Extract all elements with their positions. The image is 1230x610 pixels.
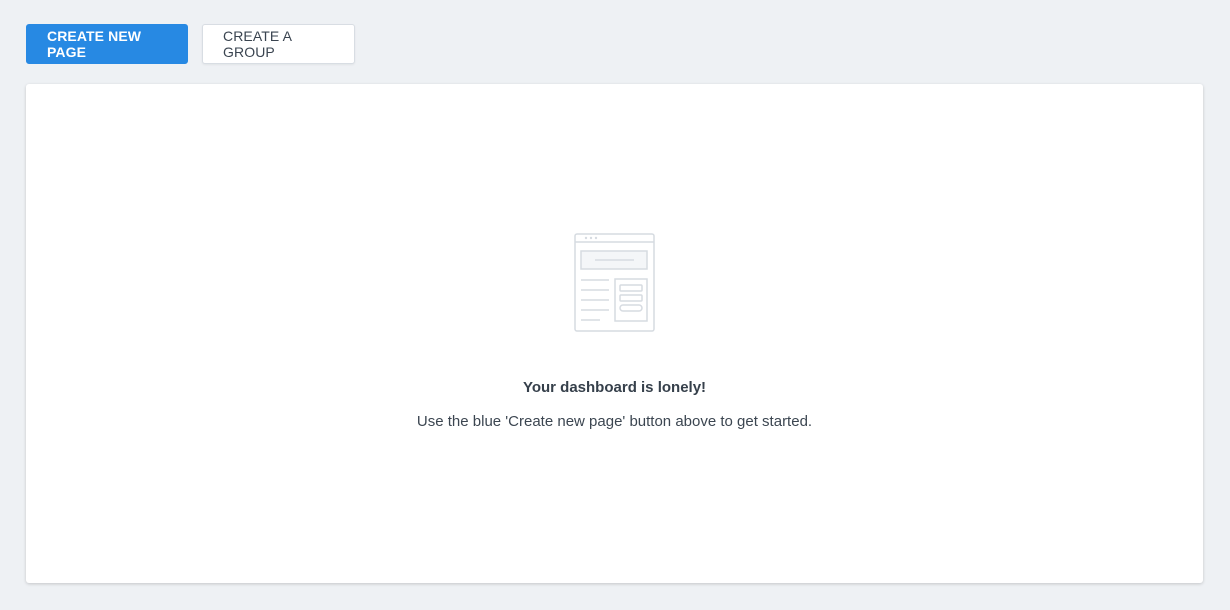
- toolbar: CREATE NEW PAGE CREATE A GROUP: [26, 24, 355, 64]
- page-layout-illustration-icon: [574, 233, 656, 333]
- dashboard-panel: Your dashboard is lonely! Use the blue '…: [26, 84, 1203, 583]
- empty-state-message: Use the blue 'Create new page' button ab…: [416, 413, 813, 430]
- create-new-page-button[interactable]: CREATE NEW PAGE: [26, 24, 188, 64]
- create-group-button[interactable]: CREATE A GROUP: [202, 24, 355, 64]
- empty-state-title: Your dashboard is lonely!: [522, 379, 707, 396]
